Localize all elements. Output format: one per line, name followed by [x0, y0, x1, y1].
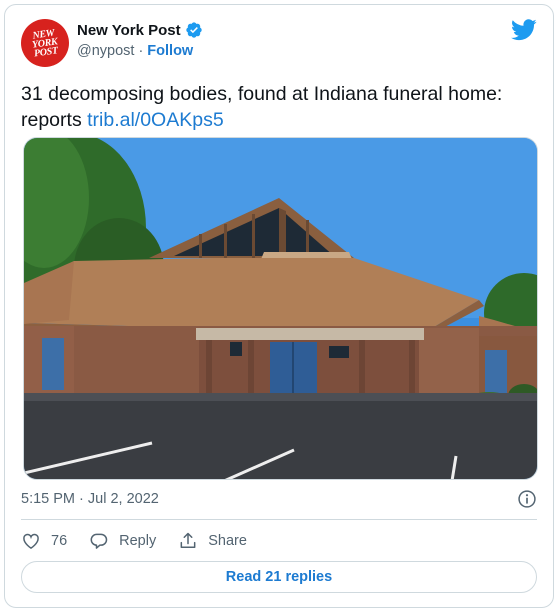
tweet-image[interactable] [23, 137, 538, 480]
action-bar: 76 Reply Share [21, 529, 269, 553]
tweet-text: 31 decomposing bodies, found at Indiana … [21, 81, 531, 133]
verified-badge-icon [185, 22, 202, 38]
read-replies-button[interactable]: Read 21 replies [21, 561, 537, 593]
share-label: Share [208, 533, 247, 549]
tweet-link[interactable]: trib.al/0OAKps5 [87, 109, 224, 131]
avatar[interactable]: NEW YORK POST [21, 19, 69, 67]
avatar-logo: NEW YORK POST [31, 27, 59, 60]
separator: · [138, 43, 144, 59]
funeral-home-photo [24, 138, 537, 479]
read-replies-label: Read 21 replies [225, 569, 333, 585]
tweet-card: NEW YORK POST New York Post @nypost · Fo… [4, 4, 554, 608]
tweet-timestamp[interactable]: 5:15 PM · Jul 2, 2022 [21, 491, 159, 507]
name-row: New York Post [77, 21, 203, 39]
heart-icon [23, 533, 39, 549]
like-count: 76 [51, 533, 68, 549]
tweet-header: NEW YORK POST New York Post @nypost · Fo… [21, 17, 537, 69]
share-button[interactable]: Share [178, 531, 247, 551]
handle[interactable]: @nypost [77, 43, 134, 59]
info-icon[interactable] [517, 489, 537, 509]
display-name[interactable]: New York Post [77, 22, 181, 39]
reply-label: Reply [119, 533, 157, 549]
twitter-bird-icon[interactable] [511, 19, 537, 41]
reply-button[interactable]: Reply [89, 531, 156, 551]
share-icon [180, 532, 196, 548]
reply-icon [90, 533, 108, 549]
handle-row: @nypost · Follow [77, 43, 193, 59]
divider [21, 519, 537, 520]
like-button[interactable]: 76 [21, 531, 67, 551]
follow-button[interactable]: Follow [147, 43, 193, 59]
